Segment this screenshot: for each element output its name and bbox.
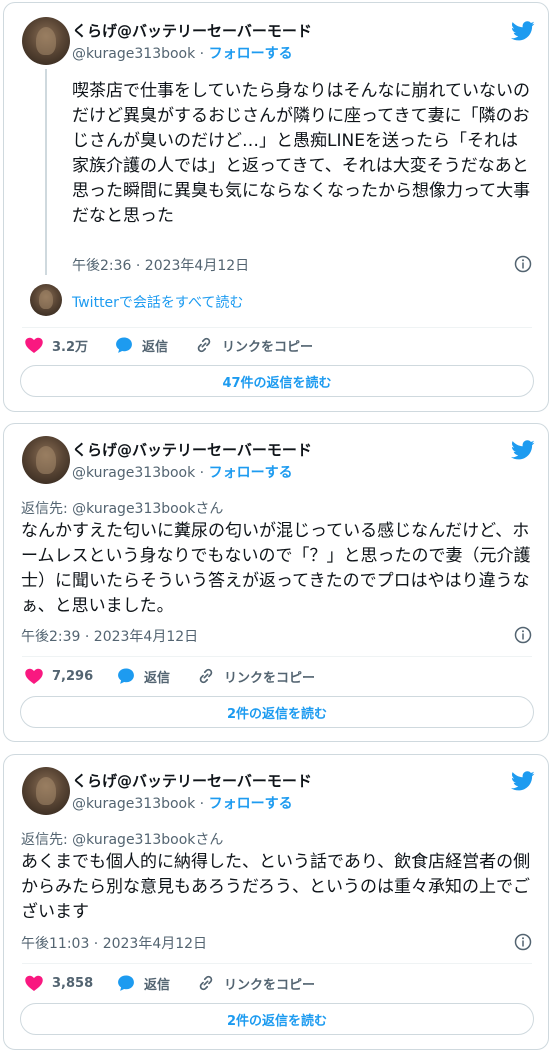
author-handle[interactable]: @kurage313book xyxy=(72,465,195,481)
heart-icon xyxy=(25,668,43,684)
link-icon xyxy=(199,668,213,684)
heart-icon xyxy=(25,975,43,991)
read-conversation-link[interactable]: Twitterで会話をすべて読む xyxy=(72,292,243,312)
tweet-card: くらげ@バッテリーセーバーモード @kurage313book · フォローする… xyxy=(3,2,549,412)
reply-button[interactable]: 返信 xyxy=(116,973,170,993)
avatar[interactable] xyxy=(22,17,70,65)
timestamp[interactable]: 午後2:39 · 2023年4月12日 xyxy=(21,626,198,646)
tweet-text: なんかすえた匂いに糞尿の匂いが混じっている感じなんだけど、ホームレスという身なり… xyxy=(21,521,531,616)
follow-button[interactable]: フォローする xyxy=(209,46,293,62)
like-button[interactable]: 7,296 xyxy=(24,666,93,686)
reply-bubble-icon xyxy=(118,668,134,684)
twitter-bird-icon[interactable] xyxy=(511,769,535,793)
tweet-text: あくまでも個人的に納得した、という話であり、飲食店経営者の側からみたら別な意見も… xyxy=(21,852,531,922)
read-replies-button[interactable]: 2件の返信を読む xyxy=(20,1003,534,1035)
divider xyxy=(22,656,532,657)
twitter-bird-icon[interactable] xyxy=(511,438,535,462)
like-count: 3.2万 xyxy=(52,339,89,355)
author-handle[interactable]: @kurage313book xyxy=(72,796,195,812)
reply-to-label[interactable]: 返信先: @kurage313bookさん xyxy=(21,498,223,518)
author-name[interactable]: くらげ@バッテリーセーバーモード xyxy=(72,20,312,41)
timestamp[interactable]: 午後11:03 · 2023年4月12日 xyxy=(21,933,207,953)
link-icon xyxy=(199,975,213,991)
like-count: 7,296 xyxy=(52,668,94,684)
tweet-card: くらげ@バッテリーセーバーモード @kurage313book · フォローする… xyxy=(3,754,549,1050)
reply-label: 返信 xyxy=(144,670,171,686)
author-name[interactable]: くらげ@バッテリーセーバーモード xyxy=(72,439,312,460)
avatar[interactable] xyxy=(22,767,70,815)
like-button[interactable]: 3,858 xyxy=(24,973,93,993)
author-name[interactable]: くらげ@バッテリーセーバーモード xyxy=(72,770,312,791)
reply-button[interactable]: 返信 xyxy=(116,666,170,686)
reply-bubble-icon xyxy=(116,337,132,353)
copy-link-button[interactable]: リンクをコピー xyxy=(196,973,315,993)
author-handle-row: @kurage313book · フォローする xyxy=(72,793,293,813)
read-replies-button[interactable]: 47件の返信を読む xyxy=(20,365,534,397)
reply-label: 返信 xyxy=(144,977,171,993)
copy-link-label: リンクをコピー xyxy=(224,670,316,686)
separator: · xyxy=(195,465,209,481)
reply-to-label[interactable]: 返信先: @kurage313bookさん xyxy=(21,829,223,849)
author-handle[interactable]: @kurage313book xyxy=(72,46,195,62)
tweet-card: くらげ@バッテリーセーバーモード @kurage313book · フォローする… xyxy=(3,423,549,742)
separator: · xyxy=(195,46,209,62)
twitter-bird-icon[interactable] xyxy=(511,19,535,43)
copy-link-button[interactable]: リンクをコピー xyxy=(194,335,313,355)
divider xyxy=(22,327,532,328)
reply-bubble-icon xyxy=(118,975,134,991)
copy-link-label: リンクをコピー xyxy=(224,977,316,993)
divider xyxy=(22,963,532,964)
separator: · xyxy=(195,796,209,812)
info-icon[interactable] xyxy=(514,933,532,951)
heart-icon xyxy=(25,337,43,353)
reply-label: 返信 xyxy=(142,339,169,355)
link-icon xyxy=(197,337,211,353)
info-icon[interactable] xyxy=(514,255,532,273)
author-handle-row: @kurage313book · フォローする xyxy=(72,462,293,482)
timestamp[interactable]: 午後2:36 · 2023年4月12日 xyxy=(72,255,249,275)
thread-line xyxy=(45,69,47,275)
like-button[interactable]: 3.2万 xyxy=(24,335,88,355)
avatar[interactable] xyxy=(22,436,70,484)
copy-link-button[interactable]: リンクをコピー xyxy=(196,666,315,686)
tweet-text: 喫茶店で仕事をしていたら身なりはそんなに崩れていないのだけど異臭がするおじさんが… xyxy=(72,81,531,226)
follow-button[interactable]: フォローする xyxy=(209,465,293,481)
like-count: 3,858 xyxy=(52,975,94,991)
author-handle-row: @kurage313book · フォローする xyxy=(72,43,293,63)
info-icon[interactable] xyxy=(514,626,532,644)
conversation-avatar[interactable] xyxy=(30,284,62,316)
follow-button[interactable]: フォローする xyxy=(209,796,293,812)
reply-button[interactable]: 返信 xyxy=(114,335,168,355)
copy-link-label: リンクをコピー xyxy=(222,339,314,355)
read-replies-button[interactable]: 2件の返信を読む xyxy=(20,696,534,728)
